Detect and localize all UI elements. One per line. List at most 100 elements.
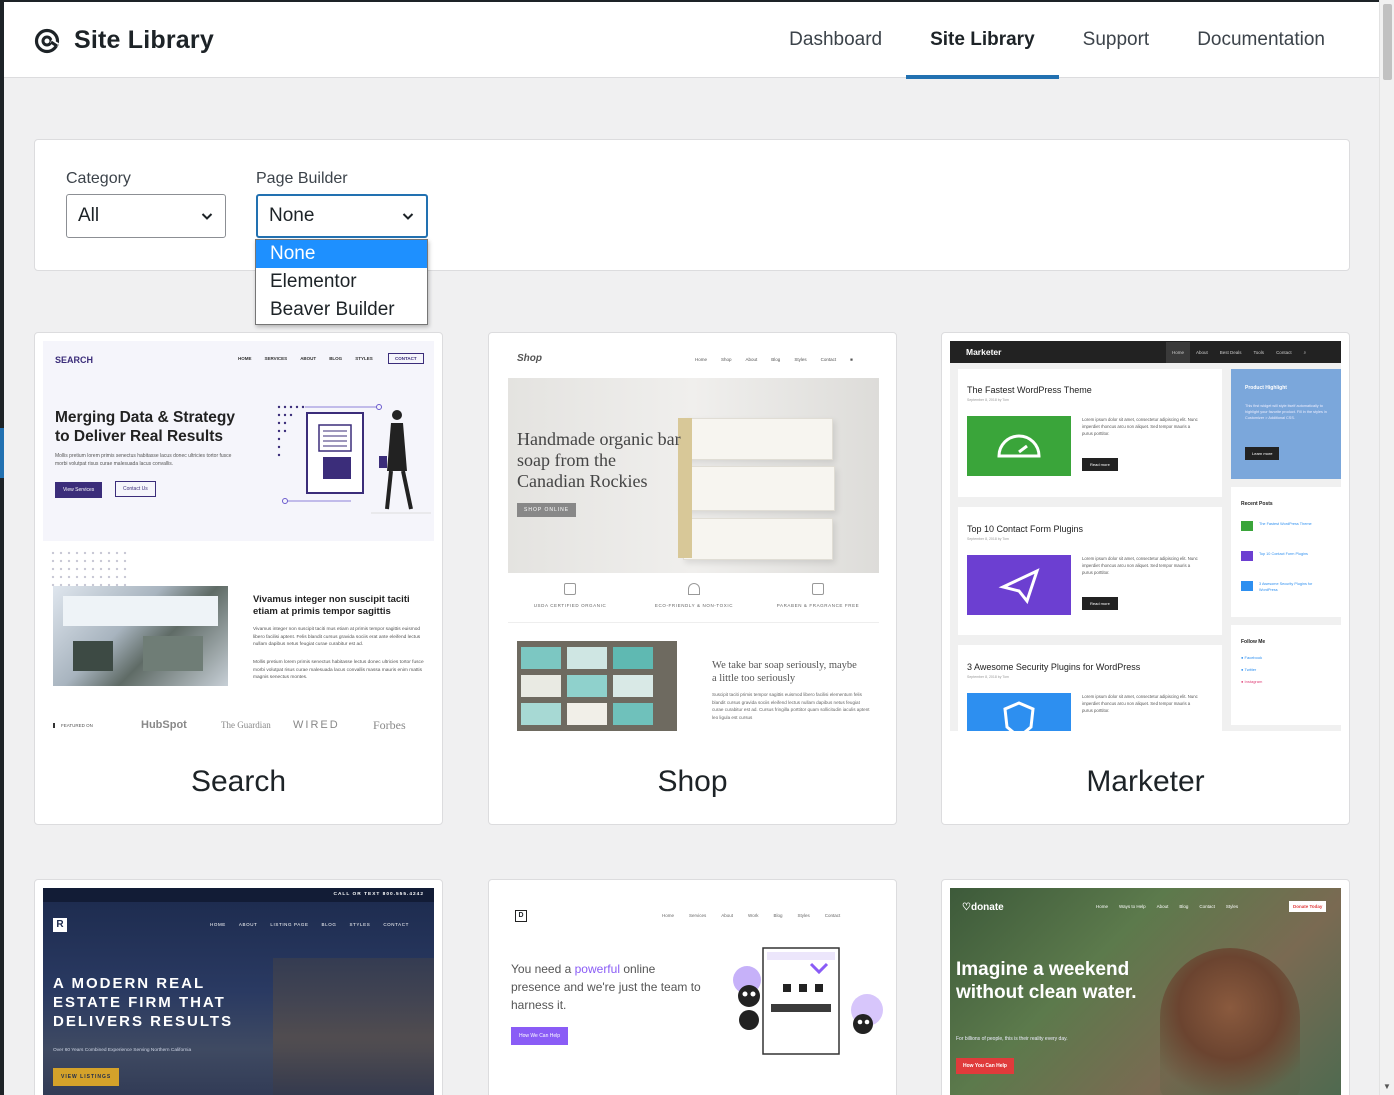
preview-features: USDA CERTIFIED ORGANIC ECO-FRIENDLY & NO…	[508, 573, 879, 623]
site-card-search[interactable]: SEARCH HOME SERVICES ABOUT BLOG STYLES C…	[34, 332, 443, 825]
preview-menu-item: Home	[695, 357, 708, 362]
nav-dashboard[interactable]: Dashboard	[765, 2, 906, 78]
preview-menu-item: Best Deals	[1219, 349, 1242, 355]
preview-menu-item: Contact	[1199, 904, 1215, 909]
brand-logo-icon	[34, 28, 60, 53]
option-elementor[interactable]: Elementor	[256, 268, 427, 296]
preview-cta: VIEW LISTINGS	[53, 1068, 120, 1086]
preview-menu-item: BLOG	[329, 356, 343, 361]
post-excerpt: Lorem ipsum dolor sit amet, consectetur …	[1082, 417, 1198, 436]
preview-menu-item: Contact	[820, 357, 837, 362]
widget-title: Recent Posts	[1241, 501, 1273, 507]
preview-menu-item: BLOG	[321, 922, 337, 927]
preview-menu-item: About	[721, 913, 734, 918]
preview-menu-item: Work	[748, 913, 759, 918]
site-card-donate[interactable]: ♡donate Home Ways to Help About Blog Con…	[941, 879, 1350, 1095]
chevron-down-icon	[201, 213, 213, 220]
site-card-agency[interactable]: D Home Services About Work Blog Styles C…	[488, 879, 897, 1095]
preview-sub-body-2: Mollis pretium lorem primis senectus hab…	[253, 660, 424, 680]
preview-menu-item: STYLES	[355, 356, 373, 361]
follow-widget: Follow Me ● Facebook ● Twitter ● Instagr…	[1231, 625, 1341, 725]
preview-menu-item: About	[1196, 349, 1208, 355]
preview-sub-body: Suscipit taciti primis tempor sagittis e…	[712, 692, 870, 720]
widget-title: Product Highlight	[1245, 385, 1287, 391]
recent-post-link: The Fastest WordPress Theme	[1259, 522, 1312, 526]
site-preview-search: SEARCH HOME SERVICES ABOUT BLOG STYLES C…	[43, 341, 434, 731]
preview-menu-item: Home	[662, 913, 675, 918]
preview-cta: How We Can Help	[511, 1027, 569, 1045]
read-more-button: Read more	[1082, 458, 1118, 471]
preview-brand-logo: The Guardian	[221, 720, 271, 730]
social-link: Instagram	[1244, 679, 1263, 684]
recent-posts-widget: Recent Posts The Fastest WordPress Theme…	[1231, 487, 1341, 617]
filter-panel: Category All Page Builder None	[34, 139, 1350, 271]
nav-documentation[interactable]: Documentation	[1173, 2, 1349, 78]
preview-button-primary: View Services	[55, 482, 103, 498]
preview-menu-item: ABOUT	[238, 922, 258, 927]
preview-menu-item: About	[1156, 904, 1169, 909]
page-builder-dropdown: None Elementor Beaver Builder	[255, 239, 428, 325]
feature-label: USDA CERTIFIED ORGANIC	[533, 603, 607, 608]
admin-sidebar-edge	[0, 0, 4, 1095]
preview-menu-item: Services	[689, 913, 707, 918]
preview-brand-logo: WIRED	[293, 719, 340, 731]
site-card-shop[interactable]: Shop Home Shop About Blog Styles Contact…	[488, 332, 897, 825]
feature-label: PARABEN & FRAGRANCE FREE	[776, 603, 860, 608]
feature-label: ECO-FRIENDLY & NON-TOXIC	[654, 603, 734, 608]
preview-menu-item: Contact	[824, 913, 841, 918]
preview-body: Mollis pretium lorem primis senectus hab…	[55, 453, 232, 467]
preview-featured-label: FEATURED ON	[53, 723, 93, 728]
preview-cta: SHOP ONLINE	[517, 503, 577, 517]
site-preview-marketer: Marketer Home About Best Deals Tools Con…	[950, 341, 1341, 731]
preview-menu-item: Styles	[1225, 904, 1239, 909]
preview-menu-item: Contact	[1276, 349, 1292, 355]
site-card-marketer[interactable]: Marketer Home About Best Deals Tools Con…	[941, 332, 1350, 825]
cart-icon: ■	[850, 357, 853, 362]
option-none[interactable]: None	[256, 240, 427, 268]
preview-logo-text: donate	[970, 902, 1004, 913]
site-preview-donate: ♡donate Home Ways to Help About Blog Con…	[950, 888, 1341, 1095]
page-builder-value: None	[269, 205, 315, 226]
preview-sub-body: Vivamus integer non suscipit taciti mus …	[253, 627, 421, 647]
preview-menu-item: STYLES	[349, 922, 371, 927]
preview-heading-highlight: powerful	[574, 962, 620, 976]
preview-subheading: We take bar soap seriously, maybe a litt…	[712, 660, 857, 684]
preview-menu-item: SERVICES	[264, 356, 288, 361]
category-field: Category All	[66, 170, 226, 238]
page-builder-field: Page Builder None	[256, 170, 428, 238]
scrollbar-thumb[interactable]	[1383, 4, 1392, 80]
paraben-icon	[812, 583, 824, 595]
preview-menu-item: HOME	[238, 356, 252, 361]
page-title: Site Library	[74, 26, 214, 54]
preview-menu-item: CONTACT	[383, 922, 409, 927]
post-meta: September 8, 2018 by Tom	[967, 537, 1009, 541]
category-select[interactable]: All	[66, 194, 226, 238]
nav-site-library[interactable]: Site Library	[906, 2, 1059, 79]
preview-illustration	[277, 404, 431, 514]
scroll-down-arrow-icon[interactable]: ▼	[1383, 1082, 1391, 1091]
option-beaver-builder[interactable]: Beaver Builder	[256, 296, 427, 324]
preview-menu-item: Home	[1166, 341, 1191, 363]
preview-brand-logo: HubSpot	[141, 719, 187, 731]
preview-menu-item: HOME	[210, 922, 226, 927]
preview-menu-item: Styles	[794, 357, 807, 362]
post-title: The Fastest WordPress Theme	[967, 385, 1092, 395]
preview-soap-image	[517, 641, 677, 731]
preview-office-image	[53, 586, 228, 686]
post-thumbnail	[967, 416, 1071, 476]
preview-body: For billions of people, this is their re…	[956, 1036, 1068, 1042]
category-label: Category	[66, 170, 131, 187]
page-scrollbar[interactable]: ▼	[1379, 0, 1394, 1095]
preview-heading: You need a powerful online presence and …	[511, 960, 706, 1014]
top-header: Site Library Dashboard Site Library Supp…	[4, 0, 1379, 79]
site-preview-agency: D Home Services About Work Blog Styles C…	[497, 888, 888, 1095]
preview-heading-text: You need a	[511, 962, 575, 976]
post-excerpt: Lorem ipsum dolor sit amet, consectetur …	[1082, 556, 1198, 575]
nav-support[interactable]: Support	[1059, 2, 1174, 78]
site-card-real-estate[interactable]: CALL OR TEXT 800.555.4242 R HOME ABOUT L…	[34, 879, 443, 1095]
page-builder-select[interactable]: None	[256, 194, 428, 238]
post-thumbnail	[967, 555, 1071, 615]
social-link: Twitter	[1244, 667, 1257, 672]
preview-logo: SEARCH	[55, 355, 94, 365]
preview-topbar: CALL OR TEXT 800.555.4242	[333, 892, 424, 897]
